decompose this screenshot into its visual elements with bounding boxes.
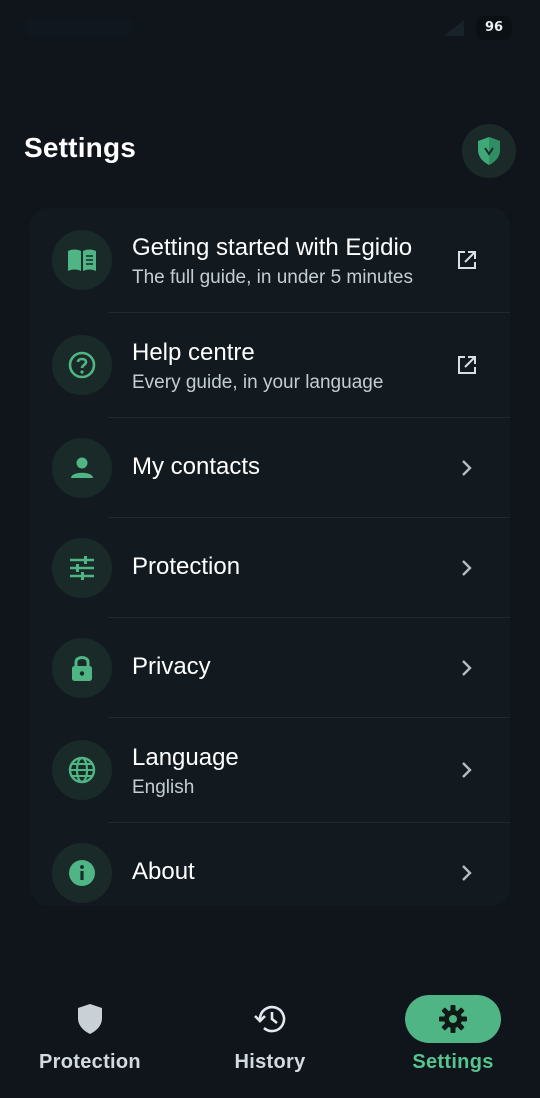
menu-item-help-centre[interactable]: Help centre Every guide, in your languag… <box>30 313 510 417</box>
settings-menu-card: Getting started with Egidio The full gui… <box>30 208 510 906</box>
nav-tab-protection[interactable]: Protection <box>0 975 180 1098</box>
nav-tab-settings[interactable]: Settings <box>363 975 540 1098</box>
nav-tab-history[interactable]: History <box>180 975 360 1098</box>
book-icon <box>68 249 96 271</box>
chevron-right-icon <box>462 865 472 881</box>
menu-item-label: Language <box>132 744 239 771</box>
menu-item-label: Getting started with Egidio <box>132 234 413 261</box>
signal-icon <box>444 20 464 36</box>
protection-status-button[interactable] <box>462 124 516 178</box>
sliders-icon <box>70 556 94 580</box>
chevron-right-icon <box>462 660 472 676</box>
gear-icon <box>439 1005 467 1033</box>
menu-item-about[interactable]: About <box>30 823 510 906</box>
menu-item-label: My contacts <box>132 453 261 480</box>
lock-icon <box>72 656 92 681</box>
status-time-blurred <box>24 18 134 36</box>
menu-item-subtitle: English <box>132 777 195 798</box>
status-bar: 96 <box>0 0 540 56</box>
history-icon <box>254 1005 286 1033</box>
info-icon <box>69 860 95 886</box>
menu-item-protection[interactable]: Protection <box>30 518 510 617</box>
external-link-icon <box>458 251 476 269</box>
menu-item-language[interactable]: Language English <box>30 718 510 822</box>
shield-icon <box>478 137 500 165</box>
nav-label: Protection <box>39 1051 141 1073</box>
menu-item-label: Privacy <box>132 653 211 680</box>
battery-indicator: 96 <box>476 16 512 40</box>
help-circle-icon <box>68 351 96 379</box>
menu-item-getting-started[interactable]: Getting started with Egidio The full gui… <box>30 208 510 312</box>
shield-icon <box>78 1004 102 1034</box>
chevron-right-icon <box>462 762 472 778</box>
menu-item-my-contacts[interactable]: My contacts <box>30 418 510 517</box>
bottom-navigation: Protection History Settings <box>0 975 540 1098</box>
globe-icon <box>68 756 96 784</box>
person-icon <box>71 457 93 478</box>
menu-item-subtitle: The full guide, in under 5 minutes <box>132 267 413 288</box>
chevron-right-icon <box>462 560 472 576</box>
page-title: Settings <box>24 132 137 163</box>
menu-item-label: About <box>132 858 195 885</box>
menu-item-label: Help centre <box>132 339 255 366</box>
external-link-icon <box>458 356 476 374</box>
chevron-right-icon <box>462 460 472 476</box>
nav-label: Settings <box>412 1051 494 1073</box>
menu-item-subtitle: Every guide, in your language <box>132 372 384 393</box>
menu-item-privacy[interactable]: Privacy <box>30 618 510 717</box>
menu-item-label: Protection <box>132 553 241 580</box>
nav-label: History <box>234 1051 306 1073</box>
